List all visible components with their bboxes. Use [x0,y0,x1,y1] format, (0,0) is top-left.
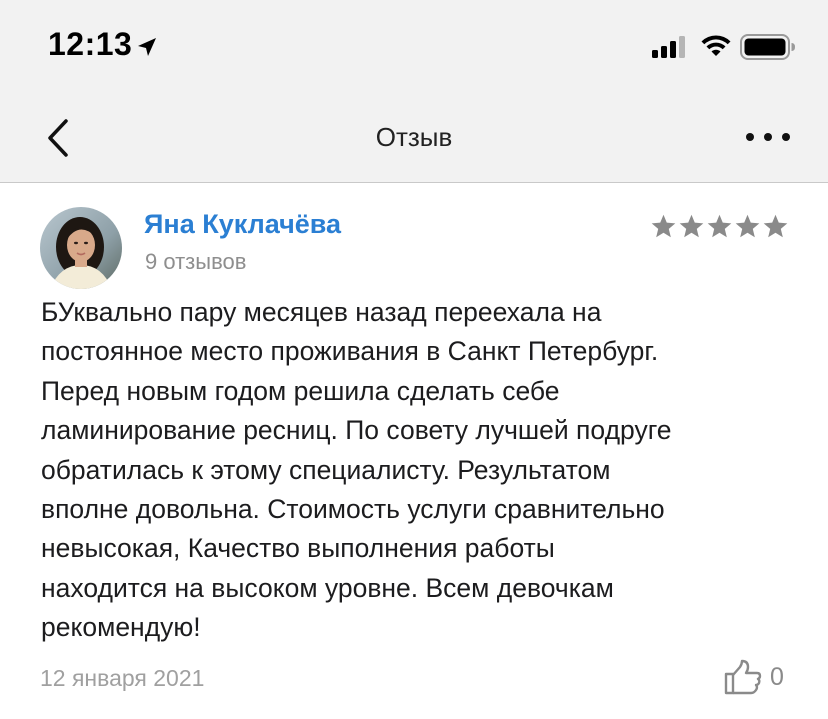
wifi-icon [701,35,731,56]
page-title: Отзыв [375,122,453,152]
star-icon [679,214,704,238]
review-text-line: БУквально пару месяцев назад переехала н… [41,297,602,327]
star-icon [735,214,760,238]
review-text-line: Перед новым годом решила сделать себе [41,375,560,406]
review-text-line: ламинирование ресниц. По совету лучшей п… [41,415,672,446]
star-icon [707,214,732,238]
author-reviews-count: 9 отзывов [145,249,247,274]
author-name-link[interactable]: Яна Куклачёва [144,209,341,240]
like-count: 0 [770,662,784,691]
status-bar: 12:13 [0,0,828,92]
review-text-line: невысокая, Качество выполнения работы [41,533,555,564]
avatar[interactable] [40,207,122,289]
review-text-line: находится на высоком уровне. Всем девочк… [41,572,614,603]
user-photo-icon [40,207,122,289]
review-text-line: рекомендую! [41,612,201,643]
thumbs-up-icon [724,659,762,695]
like-button[interactable]: 0 [724,657,784,697]
review-card: Яна Куклачёва 9 отзывов БУквально пару м… [0,183,828,719]
battery-icon [740,34,795,60]
navigation-bar: Отзыв [0,92,828,183]
review-text-line: вполне довольна. Стоимость услуги сравни… [41,494,665,525]
star-rating [650,213,789,241]
review-screen: 12:13 Отзыв Яна Куклачёва 9 отзывов БУкв… [0,0,828,719]
more-dots-icon [746,133,790,141]
star-icon [651,214,676,238]
more-options-button[interactable] [742,122,798,152]
status-time: 12:13 [48,26,133,62]
star-icon [763,214,788,238]
review-text: БУквально пару месяцев назад переехала н… [41,293,801,648]
review-text-line: обратилась к этому специалисту. Результа… [41,454,611,485]
cellular-signal-icon [652,36,685,58]
location-arrow-icon [138,38,156,56]
review-date: 12 января 2021 [40,665,205,691]
review-text-line: постоянное место проживания в Санкт Пете… [41,336,659,367]
